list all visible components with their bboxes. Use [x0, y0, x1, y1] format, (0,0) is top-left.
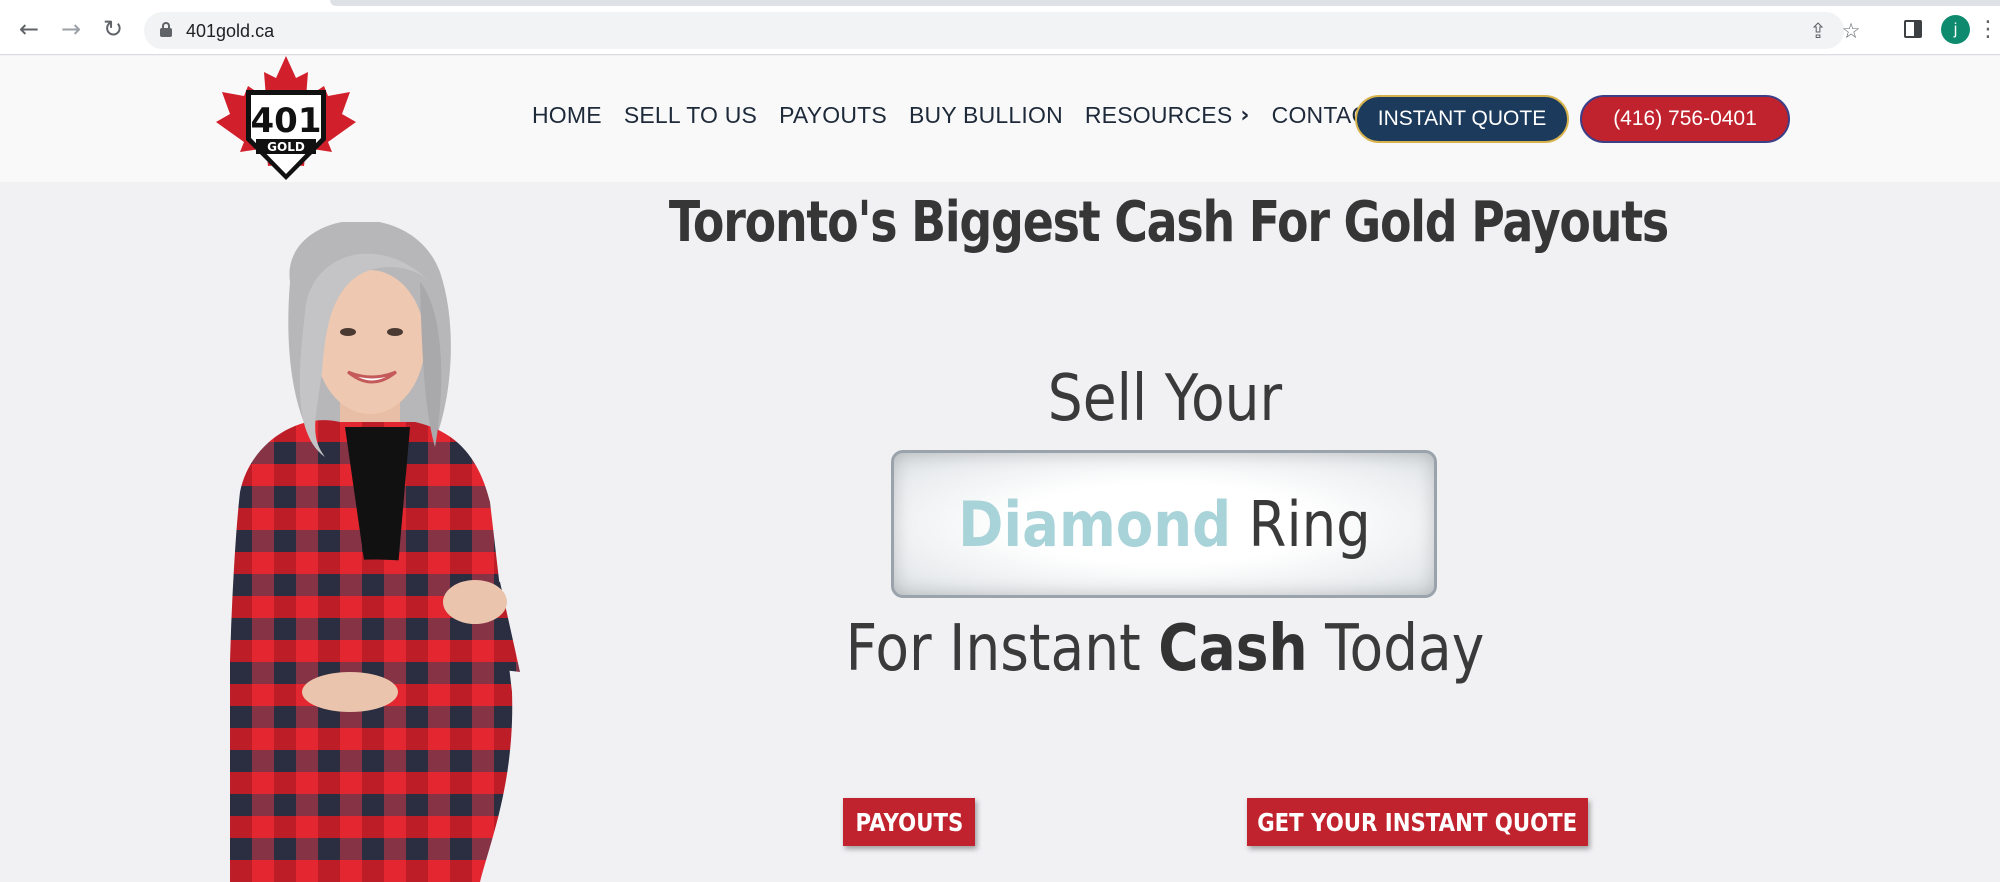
menu-label: SELL TO US	[623, 102, 758, 128]
instant-prefix: For Instant	[845, 612, 1141, 686]
phone-button[interactable]: (416) 756-0401	[1580, 95, 1790, 143]
lock-icon[interactable]	[160, 22, 172, 37]
share-icon[interactable]: ⇪	[1804, 17, 1832, 45]
forward-arrow-icon[interactable]: →	[54, 12, 88, 46]
menu-label: BUY BULLION	[908, 102, 1063, 128]
sell-your-text: Sell Your	[1047, 362, 1283, 436]
rotator-item: Diamond	[957, 487, 1231, 561]
menu-label: PAYOUTS	[779, 102, 887, 128]
back-arrow-icon[interactable]: ←	[12, 12, 46, 46]
logo-word: GOLD	[267, 140, 305, 154]
menu-item-payouts[interactable]: PAYOUTS	[779, 102, 887, 129]
side-panel-icon[interactable]	[1896, 12, 1930, 46]
site-header: 401 GOLD HOME SELL TO US PAYOUTS BUY BUL…	[0, 56, 2000, 182]
item-rotator-box: Diamond Ring	[891, 450, 1437, 598]
page-title: Toronto's Biggest Cash For Gold Payouts	[668, 190, 1669, 255]
menu-item-buy-bullion[interactable]: BUY BULLION	[909, 102, 1063, 129]
main-menu: HOME SELL TO US PAYOUTS BUY BULLION RESO…	[532, 102, 1405, 129]
url-text[interactable]: 401gold.ca	[186, 21, 274, 42]
hero-woman-image	[230, 222, 520, 882]
avatar[interactable]: j	[1941, 15, 1970, 44]
rotator-noun: Ring	[1248, 487, 1371, 561]
menu-item-resources[interactable]: RESOURCES ›	[1085, 102, 1250, 129]
logo[interactable]: 401 GOLD	[216, 56, 356, 182]
menu-dots-icon[interactable]: ⋮	[1977, 12, 1999, 46]
payouts-button[interactable]: PAYOUTS	[843, 798, 975, 846]
get-instant-quote-label: GET YOUR INSTANT QUOTE	[1257, 807, 1578, 837]
menu-label: HOME	[532, 102, 602, 128]
menu-item-sell-to-us[interactable]: SELL TO US	[624, 102, 757, 129]
browser-toolbar: ← → ↻ 401gold.ca ⇪ ☆ j ⋮	[0, 0, 2000, 55]
reload-icon[interactable]: ↻	[96, 12, 130, 46]
instant-cash-text: For Instant Cash Today	[782, 612, 1547, 686]
menu-item-home[interactable]: HOME	[532, 102, 602, 129]
payouts-button-label: PAYOUTS	[855, 807, 963, 837]
get-instant-quote-button[interactable]: GET YOUR INSTANT QUOTE	[1247, 798, 1588, 846]
logo-number: 401	[251, 101, 322, 141]
tab-strip	[330, 0, 2000, 6]
instant-suffix: Today	[1325, 612, 1485, 686]
address-bar[interactable]: 401gold.ca ⇪ ☆	[144, 12, 1860, 49]
chevron-right-icon: ›	[1240, 103, 1250, 128]
instant-bold: Cash	[1158, 612, 1308, 686]
menu-label: RESOURCES	[1084, 102, 1233, 128]
bookmark-star-icon[interactable]: ☆	[1837, 17, 1865, 45]
instant-quote-button[interactable]: INSTANT QUOTE	[1355, 95, 1569, 143]
